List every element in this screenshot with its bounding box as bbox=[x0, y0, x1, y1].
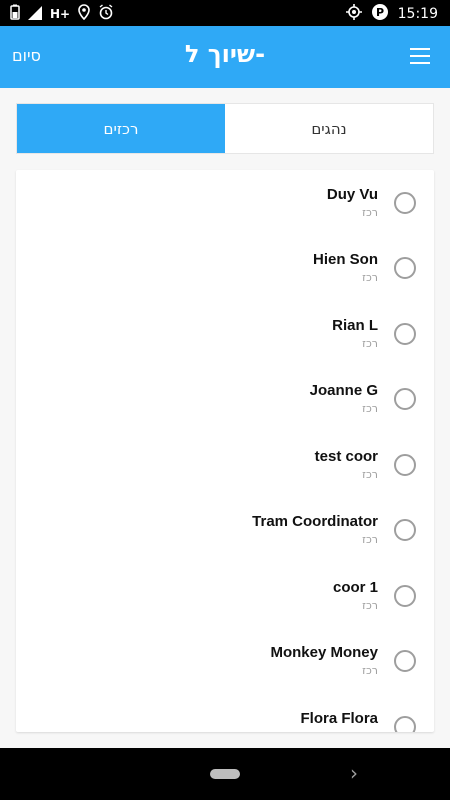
list-item-role: רכז bbox=[362, 206, 378, 219]
radio-button[interactable] bbox=[394, 716, 416, 732]
radio-button[interactable] bbox=[394, 650, 416, 672]
segmented-tabs: רכזים נהגים bbox=[16, 103, 434, 154]
tab-coordinators-label: רכזים bbox=[103, 119, 139, 138]
radio-button[interactable] bbox=[394, 388, 416, 410]
list-item-name: coor 1 bbox=[332, 579, 378, 596]
list-item-name: Hien Son bbox=[312, 251, 378, 268]
list-item[interactable]: Hien Son רכז bbox=[16, 235, 434, 300]
alarm-icon bbox=[98, 4, 114, 24]
list-item-name: test coor bbox=[314, 448, 378, 465]
radio-button[interactable] bbox=[394, 192, 416, 214]
app-bar: סיום שיוך ל- bbox=[0, 26, 450, 88]
list-item[interactable]: coor 1 רכז bbox=[16, 563, 434, 628]
list-item-role: רכז bbox=[362, 599, 378, 612]
status-left: H+ bbox=[10, 4, 114, 24]
list-item[interactable]: test coor רכז bbox=[16, 432, 434, 497]
battery-icon bbox=[10, 4, 20, 24]
screen: H+ P 15:19 סיום שיוך ל- רכזים נהגים Duy … bbox=[0, 0, 450, 800]
radio-button[interactable] bbox=[394, 519, 416, 541]
list-item[interactable]: Rian L רכז bbox=[16, 301, 434, 366]
list-item-role: רכז bbox=[362, 337, 378, 350]
list-item-name: Flora Flora bbox=[300, 710, 378, 727]
status-time: 15:19 bbox=[397, 6, 438, 22]
list-item[interactable]: Duy Vu רכז bbox=[16, 170, 434, 235]
list-item[interactable]: Joanne G רכז bbox=[16, 366, 434, 431]
list-item-name: Rian L bbox=[332, 317, 378, 334]
status-bar: H+ P 15:19 bbox=[0, 0, 450, 26]
signal-icon bbox=[28, 5, 42, 24]
tab-drivers[interactable]: נהגים bbox=[225, 104, 433, 153]
radio-button[interactable] bbox=[394, 257, 416, 279]
parking-icon: P bbox=[371, 4, 388, 24]
list-item[interactable]: Monkey Money רכז bbox=[16, 628, 434, 693]
list-item-name: Monkey Money bbox=[270, 644, 378, 661]
page-title: שיוך ל- bbox=[184, 40, 266, 68]
radio-button[interactable] bbox=[394, 323, 416, 345]
svg-text:P: P bbox=[376, 6, 384, 19]
tab-drivers-label: נהגים bbox=[311, 119, 347, 138]
list-item-role: רכז bbox=[362, 730, 378, 732]
radio-button[interactable] bbox=[394, 585, 416, 607]
list-item-role: רכז bbox=[362, 402, 378, 415]
location-icon bbox=[78, 4, 90, 24]
network-type: H+ bbox=[50, 7, 71, 21]
chevron-right-icon[interactable]: › bbox=[350, 761, 358, 785]
list-item-role: רכז bbox=[362, 533, 378, 546]
list-item-role: רכז bbox=[362, 271, 378, 284]
list-item-name: Tram Coordinator bbox=[252, 513, 378, 530]
tab-coordinators[interactable]: רכזים bbox=[17, 104, 225, 153]
list-item-name: Joanne G bbox=[309, 382, 378, 399]
list-item[interactable]: Flora Flora רכז bbox=[16, 694, 434, 732]
list-item[interactable]: Tram Coordinator רכז bbox=[16, 497, 434, 562]
hamburger-icon[interactable] bbox=[410, 48, 430, 64]
list-item-role: רכז bbox=[362, 664, 378, 677]
navigation-bar: › bbox=[0, 748, 450, 800]
radio-button[interactable] bbox=[394, 454, 416, 476]
gps-icon bbox=[345, 4, 362, 24]
list-item-name: Duy Vu bbox=[326, 186, 378, 203]
status-right: P 15:19 bbox=[345, 4, 438, 24]
home-pill-icon[interactable] bbox=[210, 769, 240, 779]
coordinator-list: Duy Vu רכז Hien Son רכז Rian L רכז Joann… bbox=[16, 170, 434, 732]
list-item-role: רכז bbox=[362, 468, 378, 481]
